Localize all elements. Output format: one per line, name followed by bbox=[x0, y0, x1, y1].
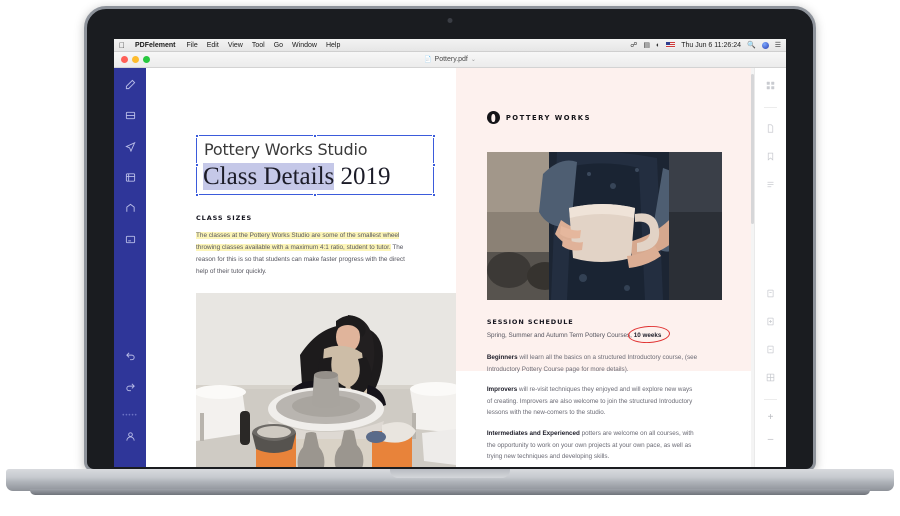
flag-icon[interactable] bbox=[666, 42, 676, 48]
app-body: ••••• Pottery Works Studio Class Details… bbox=[114, 68, 786, 467]
laptop-frame:  PDFelement File Edit View Tool Go Wind… bbox=[84, 6, 816, 472]
account-icon[interactable] bbox=[122, 428, 138, 444]
ceramic-mug-photo bbox=[486, 152, 722, 300]
class-sizes-body: The classes at the Pottery Works Studio … bbox=[196, 230, 414, 278]
display-icon[interactable]: ▤ bbox=[643, 41, 650, 49]
menu-item-view[interactable]: View bbox=[228, 42, 243, 49]
pottery-vessel-logo-icon bbox=[486, 111, 500, 124]
paragraph-beginners: Beginners will learn all the basics on a… bbox=[487, 352, 699, 375]
document-page-right: POTTERY WORKS SESSION SCHEDULE Spring, S… bbox=[455, 68, 754, 467]
bookmark-icon[interactable] bbox=[764, 149, 778, 163]
delete-page-icon[interactable] bbox=[764, 342, 778, 356]
yellow-highlight-run: The classes at the Pottery Works Studio … bbox=[196, 232, 400, 251]
scrollbar-thumb[interactable] bbox=[751, 74, 754, 224]
comment-tool-icon[interactable] bbox=[122, 138, 138, 154]
form-tool-icon[interactable] bbox=[122, 169, 138, 185]
toolbar-overflow-dots[interactable]: ••••• bbox=[122, 413, 138, 419]
right-toolbar: + – bbox=[754, 68, 786, 467]
paragraph-intermediates: Intermediates and Experienced potters ar… bbox=[487, 428, 699, 463]
search-icon[interactable]: 🔍 bbox=[747, 41, 756, 49]
laptop-base-notch bbox=[390, 469, 510, 478]
note-tool-icon[interactable] bbox=[122, 231, 138, 247]
session-schedule-heading: SESSION SCHEDULE bbox=[486, 318, 574, 326]
document-title[interactable]: Pottery.pdf bbox=[435, 56, 468, 63]
signature-tool-icon[interactable] bbox=[122, 200, 138, 216]
menu-app-name[interactable]: PDFelement bbox=[135, 42, 175, 49]
resize-handle-bottom-middle[interactable] bbox=[312, 192, 317, 197]
bluetooth-icon[interactable]: ☍ bbox=[630, 41, 637, 49]
laptop-base bbox=[6, 469, 894, 491]
split-page-icon[interactable] bbox=[764, 370, 778, 384]
webcam-dot bbox=[447, 18, 453, 23]
siri-icon[interactable] bbox=[761, 41, 769, 49]
menu-item-help[interactable]: Help bbox=[326, 42, 340, 49]
minimize-button[interactable] bbox=[132, 56, 139, 63]
insert-page-icon[interactable] bbox=[764, 314, 778, 328]
chevron-down-icon[interactable]: ⌄ bbox=[471, 56, 476, 63]
pdfelement-app-window:  PDFelement File Edit View Tool Go Wind… bbox=[114, 39, 786, 467]
menu-item-window[interactable]: Window bbox=[292, 42, 317, 49]
paragraph-lead: Beginners bbox=[486, 354, 518, 361]
menubar-clock[interactable]: Thu Jun 6 11:26:24 bbox=[681, 42, 741, 49]
toolbar-divider bbox=[764, 399, 777, 400]
red-ellipse-annotation[interactable] bbox=[627, 324, 671, 345]
zoom-out-button[interactable]: – bbox=[768, 435, 774, 445]
resize-handle-bottom-right[interactable] bbox=[431, 192, 436, 197]
window-titlebar: 📄 Pottery.pdf ⌄ bbox=[114, 52, 786, 68]
resize-handle-top-right[interactable] bbox=[431, 133, 436, 138]
class-sizes-heading: CLASS SIZES bbox=[196, 214, 253, 222]
menu-item-file[interactable]: File bbox=[186, 42, 197, 49]
selected-text-run: Class Details bbox=[203, 163, 335, 190]
schedule-prefix: Spring, Summer and Autumn Term Pottery C… bbox=[486, 332, 634, 339]
outline-list-icon[interactable] bbox=[764, 177, 778, 191]
document-canvas[interactable]: Pottery Works Studio Class Details 2019 … bbox=[146, 68, 754, 467]
paragraph-text: will re-visit techniques they enjoyed an… bbox=[486, 386, 693, 417]
maximize-button[interactable] bbox=[143, 56, 150, 63]
toolbar-divider bbox=[764, 107, 777, 108]
brand-row: POTTERY WORKS bbox=[486, 111, 591, 124]
brand-name: POTTERY WORKS bbox=[505, 113, 591, 122]
close-button[interactable] bbox=[121, 56, 128, 63]
document-scrollbar[interactable] bbox=[751, 68, 754, 467]
stamp-tool-icon[interactable] bbox=[122, 107, 138, 123]
paragraph-text: will learn all the basics on a structure… bbox=[486, 354, 698, 373]
zoom-in-button[interactable]: + bbox=[768, 413, 774, 423]
undo-arrow-icon[interactable] bbox=[122, 348, 138, 364]
thumbnail-grid-icon[interactable] bbox=[764, 78, 778, 92]
pen-tool-icon[interactable] bbox=[122, 76, 138, 92]
document-title-group: 📄 Pottery.pdf ⌄ bbox=[114, 52, 786, 67]
page-subtitle: Pottery Works Studio bbox=[204, 140, 368, 159]
menu-item-edit[interactable]: Edit bbox=[207, 42, 219, 49]
paragraph-lead: Intermediates and Experienced bbox=[486, 430, 580, 437]
resize-handle-bottom-left[interactable] bbox=[194, 192, 199, 197]
paragraph-lead: Improvers bbox=[486, 386, 518, 393]
right-toolbar-lower: + – bbox=[764, 286, 778, 467]
document-icon: 📄 bbox=[424, 57, 432, 63]
left-toolbar: ••••• bbox=[114, 68, 146, 467]
page-title: Class Details 2019 bbox=[203, 163, 391, 191]
macos-menubar:  PDFelement File Edit View Tool Go Wind… bbox=[114, 39, 786, 52]
paragraph-improvers: Improvers will re-visit techniques they … bbox=[487, 384, 699, 419]
resize-handle-middle-left[interactable] bbox=[194, 162, 199, 167]
menu-item-tool[interactable]: Tool bbox=[252, 42, 265, 49]
left-toolbar-bottom: ••••• bbox=[122, 348, 138, 467]
redo-arrow-icon[interactable] bbox=[122, 379, 138, 395]
apple-logo-icon[interactable]:  bbox=[119, 41, 125, 50]
extract-page-icon[interactable] bbox=[764, 286, 778, 300]
menu-item-go[interactable]: Go bbox=[274, 42, 283, 49]
resize-handle-middle-right[interactable] bbox=[431, 162, 436, 167]
resize-handle-top-left[interactable] bbox=[194, 133, 199, 138]
wifi-icon[interactable]: ◐ bbox=[656, 42, 660, 49]
document-page-left: Pottery Works Studio Class Details 2019 … bbox=[146, 68, 456, 467]
page-icon[interactable] bbox=[764, 121, 778, 135]
page-title-year: 2019 bbox=[334, 163, 391, 190]
laptop-foot bbox=[30, 489, 870, 495]
traffic-lights bbox=[114, 56, 150, 63]
pottery-wheel-photo bbox=[196, 293, 456, 467]
control-center-icon[interactable]: ☰ bbox=[775, 41, 781, 49]
resize-handle-top-middle[interactable] bbox=[312, 133, 317, 138]
